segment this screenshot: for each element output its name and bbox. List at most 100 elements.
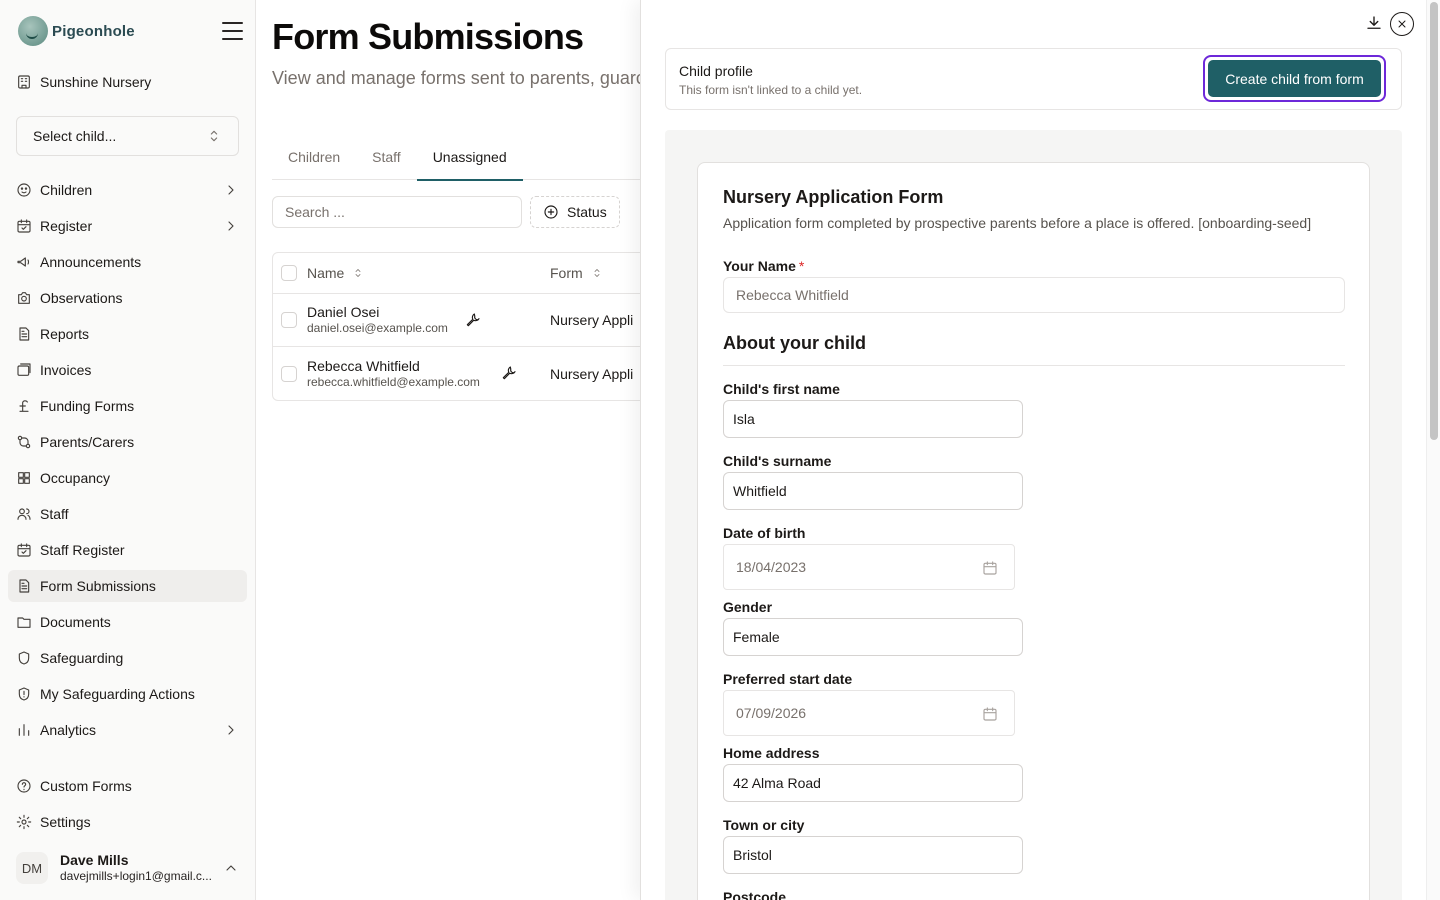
parents-icon [16,434,32,450]
row-name: Daniel Osei [307,304,380,321]
row-name-cell: Daniel Osei daniel.osei@example.com [307,303,448,337]
calendar-icon [982,560,998,576]
camera-icon [16,290,32,306]
status-filter-button[interactable]: Status [530,196,620,228]
sidebar-item-parents-carers[interactable]: Parents/Carers [8,426,247,458]
sidebar: Pigeonhole Sunshine Nursery Select child… [0,0,256,900]
sheet-scrollbar[interactable] [1426,0,1440,900]
sidebar-item-register[interactable]: Register [8,210,247,242]
building-icon [16,74,32,90]
status-filter-label: Status [567,204,607,220]
start-date-field[interactable]: 07/09/2026 [723,690,1015,736]
sidebar-item-label: Announcements [40,254,142,270]
main-content: Form Submissions View and manage forms s… [256,0,640,900]
sidebar-item-my-safeguarding-actions[interactable]: My Safeguarding Actions [8,678,247,710]
your-name-field[interactable] [723,277,1345,313]
row-name: Rebecca Whitfield [307,357,420,374]
chevron-up-down-icon [206,128,222,144]
section-divider [723,365,1345,366]
first-name-label: Child's first name [723,381,840,397]
sidebar-item-staff-register[interactable]: Staff Register [8,534,247,566]
dob-field[interactable]: 18/04/2023 [723,544,1015,590]
form-card: Nursery Application Form Application for… [697,162,1370,900]
row-checkbox[interactable] [281,365,297,382]
table-row[interactable]: Rebecca Whitfield rebecca.whitfield@exam… [273,347,640,400]
section-title: About your child [723,333,866,353]
sidebar-item-label: Children [40,182,93,198]
create-child-button[interactable]: Create child from form [1208,60,1381,97]
sidebar-item-label: Analytics [40,722,97,738]
sidebar-item-label: Funding Forms [40,398,135,414]
table-row[interactable]: Daniel Osei daniel.osei@example.com Nurs… [273,294,640,347]
sidebar-item-label: Reports [40,326,90,342]
sidebar-bottom-nav: Custom Forms Settings [8,770,247,842]
row-email: daniel.osei@example.com [307,321,448,336]
wrench-icon[interactable] [465,312,481,328]
gender-field[interactable] [723,618,1023,656]
start-date-value: 07/09/2026 [736,705,807,721]
sidebar-item-announcements[interactable]: Announcements [8,246,247,278]
sidebar-item-custom-forms[interactable]: Custom Forms [8,770,247,802]
avatar: DM [16,852,48,884]
gear-icon [16,814,32,830]
wrench-icon[interactable] [501,365,517,381]
first-name-field[interactable] [723,400,1023,438]
sidebar-item-label: Invoices [40,362,92,378]
postcode-label: Postcode [723,889,787,900]
sidebar-item-label: Staff [40,506,69,522]
sidebar-item-reports[interactable]: Reports [8,318,247,350]
focus-ring: Create child from form [1203,55,1386,102]
close-icon[interactable] [1390,12,1414,36]
user-email: davejmills+login1@gmail.c... [60,869,212,884]
menu-icon[interactable] [222,22,243,40]
sidebar-item-safeguarding[interactable]: Safeguarding [8,642,247,674]
tab-children[interactable]: Children [272,134,356,180]
children-icon [16,182,32,198]
sidebar-item-occupancy[interactable]: Occupancy [8,462,247,494]
sidebar-item-documents[interactable]: Documents [8,606,247,638]
column-header-name[interactable]: Name [307,265,366,281]
sidebar-item-observations[interactable]: Observations [8,282,247,314]
sidebar-item-form-submissions[interactable]: Form Submissions [8,570,247,602]
tab-unassigned[interactable]: Unassigned [416,134,523,181]
required-marker: * [798,258,805,274]
sidebar-item-settings[interactable]: Settings [8,806,247,838]
calendar-icon [982,706,998,722]
user-menu[interactable]: DM Dave Mills davejmills+login1@gmail.c.… [8,846,247,890]
scrollbar-thumb[interactable] [1430,2,1438,440]
child-profile-title: Child profile [679,63,753,79]
sidebar-item-analytics[interactable]: Analytics [8,714,247,746]
chevron-right-icon [223,218,239,234]
town-field[interactable] [723,836,1023,874]
sidebar-nav: Children Register Announcements Observat… [8,174,247,750]
sidebar-item-staff[interactable]: Staff [8,498,247,530]
brand-name: Pigeonhole [52,22,135,40]
pound-icon [16,398,32,414]
download-icon[interactable] [1365,14,1383,32]
page-title: Form Submissions [272,16,584,57]
organization[interactable]: Sunshine Nursery [16,74,151,90]
child-select[interactable]: Select child... [16,116,239,156]
chevron-right-icon [223,182,239,198]
column-header-form[interactable]: Form [550,265,605,281]
sidebar-item-label: Observations [40,290,123,306]
help-circle-icon [16,778,32,794]
folder-icon [16,614,32,630]
form-icon [16,578,32,594]
address-field[interactable] [723,764,1023,802]
row-checkbox[interactable] [281,312,297,328]
form-title: Nursery Application Form [723,187,944,207]
dob-value: 18/04/2023 [736,559,807,575]
surname-field[interactable] [723,472,1023,510]
tab-staff[interactable]: Staff [356,134,417,180]
sidebar-item-invoices[interactable]: Invoices [8,354,247,386]
your-name-label: Your Name * [723,258,805,274]
row-form: Nursery Appli [550,312,634,328]
brand[interactable]: Pigeonhole [18,16,135,46]
select-all-checkbox[interactable] [281,265,297,281]
page-subtitle: View and manage forms sent to parents, g… [272,68,640,88]
sidebar-item-funding-forms[interactable]: Funding Forms [8,390,247,422]
sort-icon [350,265,366,281]
sidebar-item-children[interactable]: Children [8,174,247,206]
search-input[interactable] [272,196,522,228]
